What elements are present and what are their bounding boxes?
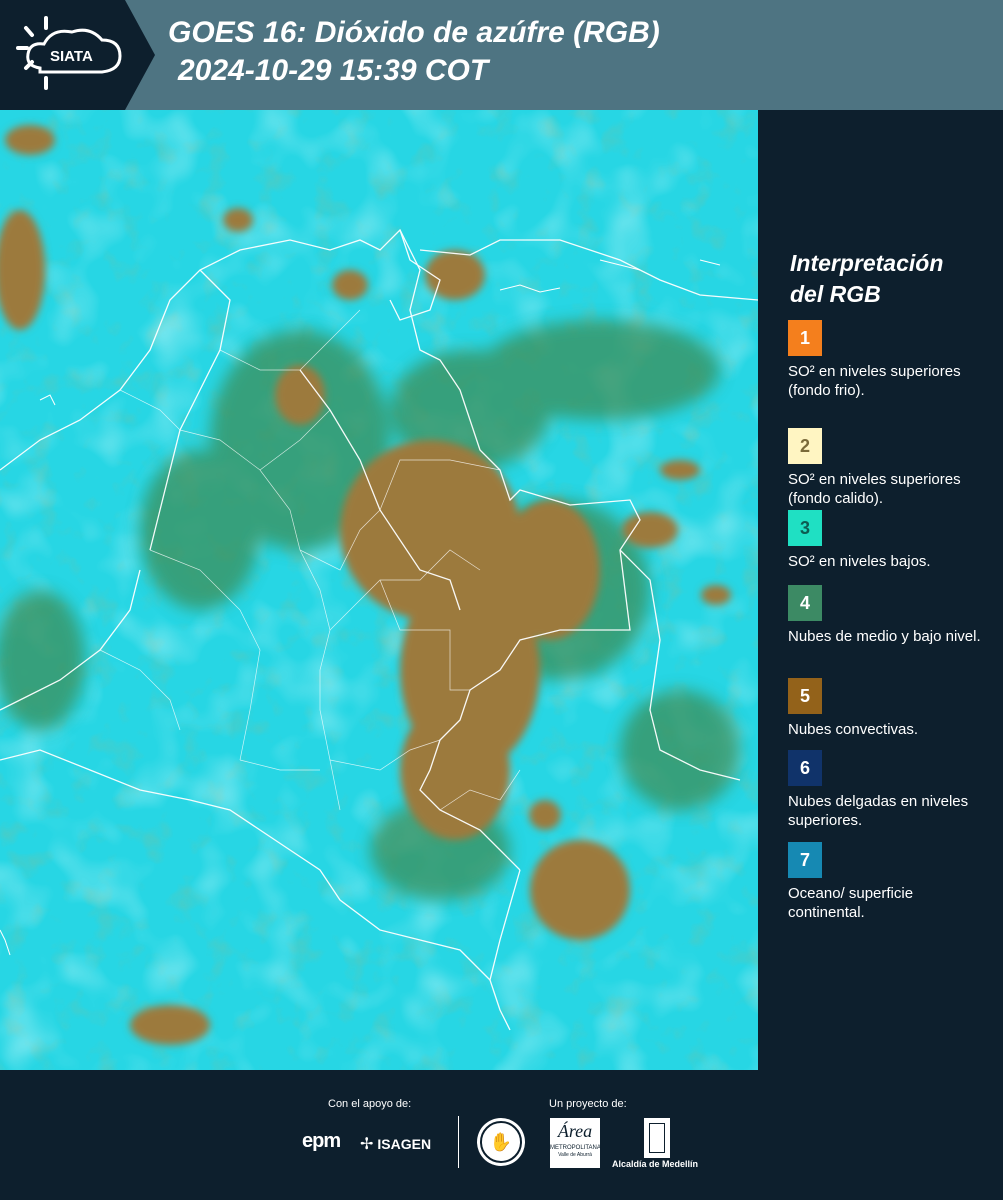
legend-title-line-2: del RGB xyxy=(790,281,881,307)
isagen-icon: ✢ xyxy=(360,1136,374,1153)
page-title: GOES 16: Dióxido de azúfre (RGB) 2024-10… xyxy=(168,14,660,90)
alcaldia-text: Alcaldía de Medellín xyxy=(612,1159,699,1169)
legend-swatch: 3 xyxy=(788,510,822,546)
legend-swatch: 7 xyxy=(788,842,822,878)
area-logo-text: Área xyxy=(557,1121,593,1141)
legend-item-5: 5 Nubes convectivas. xyxy=(788,678,993,739)
legend-swatch: 5 xyxy=(788,678,822,714)
medellin-seal-icon: ✋ xyxy=(477,1118,525,1166)
area-logo-sub2: Valle de Aburrá xyxy=(558,1152,592,1158)
legend-panel: Interpretación del RGB 1 SO² en niveles s… xyxy=(758,110,1003,1070)
legend-text: SO² en niveles superiores (fondo frio). xyxy=(788,363,961,399)
legend-title-line-1: Interpretación xyxy=(790,250,944,276)
footer: Con el apoyo de: Un proyecto de: epm ✢ I… xyxy=(0,1070,1003,1200)
title-line-1: GOES 16: Dióxido de azúfre (RGB) xyxy=(168,16,660,49)
legend-swatch: 2 xyxy=(788,428,822,464)
alcaldia-shield-icon xyxy=(644,1118,670,1158)
support-label: Con el apoyo de: xyxy=(328,1098,412,1110)
satellite-image xyxy=(0,110,758,1070)
legend-item-7: 7 Oceano/ superficie continental. xyxy=(788,842,993,922)
legend-item-4: 4 Nubes de medio y bajo nivel. xyxy=(788,585,993,646)
legend-title: Interpretación del RGB xyxy=(790,248,990,310)
legend-item-6: 6 Nubes delgadas en niveles superiores. xyxy=(788,750,993,830)
area-logo-sub: METROPOLITANA xyxy=(550,1145,601,1151)
footer-divider xyxy=(458,1116,459,1168)
legend-text: SO² en niveles bajos. xyxy=(788,553,931,570)
legend-text: Nubes convectivas. xyxy=(788,721,919,738)
legend-text: SO² en niveles superiores (fondo calido)… xyxy=(788,471,961,507)
area-metropolitana-logo: Área METROPOLITANA Valle de Aburrá xyxy=(550,1118,601,1168)
legend-text: Nubes delgadas en niveles superiores. xyxy=(788,793,969,829)
legend-text: Oceano/ superficie continental. xyxy=(788,885,914,921)
legend-item-3: 3 SO² en niveles bajos. xyxy=(788,510,993,571)
isagen-text: ISAGEN xyxy=(377,1136,432,1152)
project-label: Un proyecto de: xyxy=(549,1098,627,1110)
legend-swatch: 6 xyxy=(788,750,822,786)
isagen-logo: ✢ ISAGEN xyxy=(360,1134,431,1154)
epm-logo: epm xyxy=(302,1130,341,1152)
siata-logo-text: SIATA xyxy=(50,48,93,65)
legend-swatch: 4 xyxy=(788,585,822,621)
legend-item-1: 1 SO² en niveles superiores (fondo frio). xyxy=(788,320,993,400)
legend-item-2: 2 SO² en niveles superiores (fondo calido… xyxy=(788,428,993,508)
satellite-map xyxy=(0,110,758,1070)
siata-logo: SIATA xyxy=(0,0,155,110)
title-line-2: 2024-10-29 15:39 COT xyxy=(178,54,489,87)
legend-text: Nubes de medio y bajo nivel. xyxy=(788,628,981,645)
legend-swatch: 1 xyxy=(788,320,822,356)
header-bar: SIATA GOES 16: Dióxido de azúfre (RGB) 2… xyxy=(0,0,1003,110)
